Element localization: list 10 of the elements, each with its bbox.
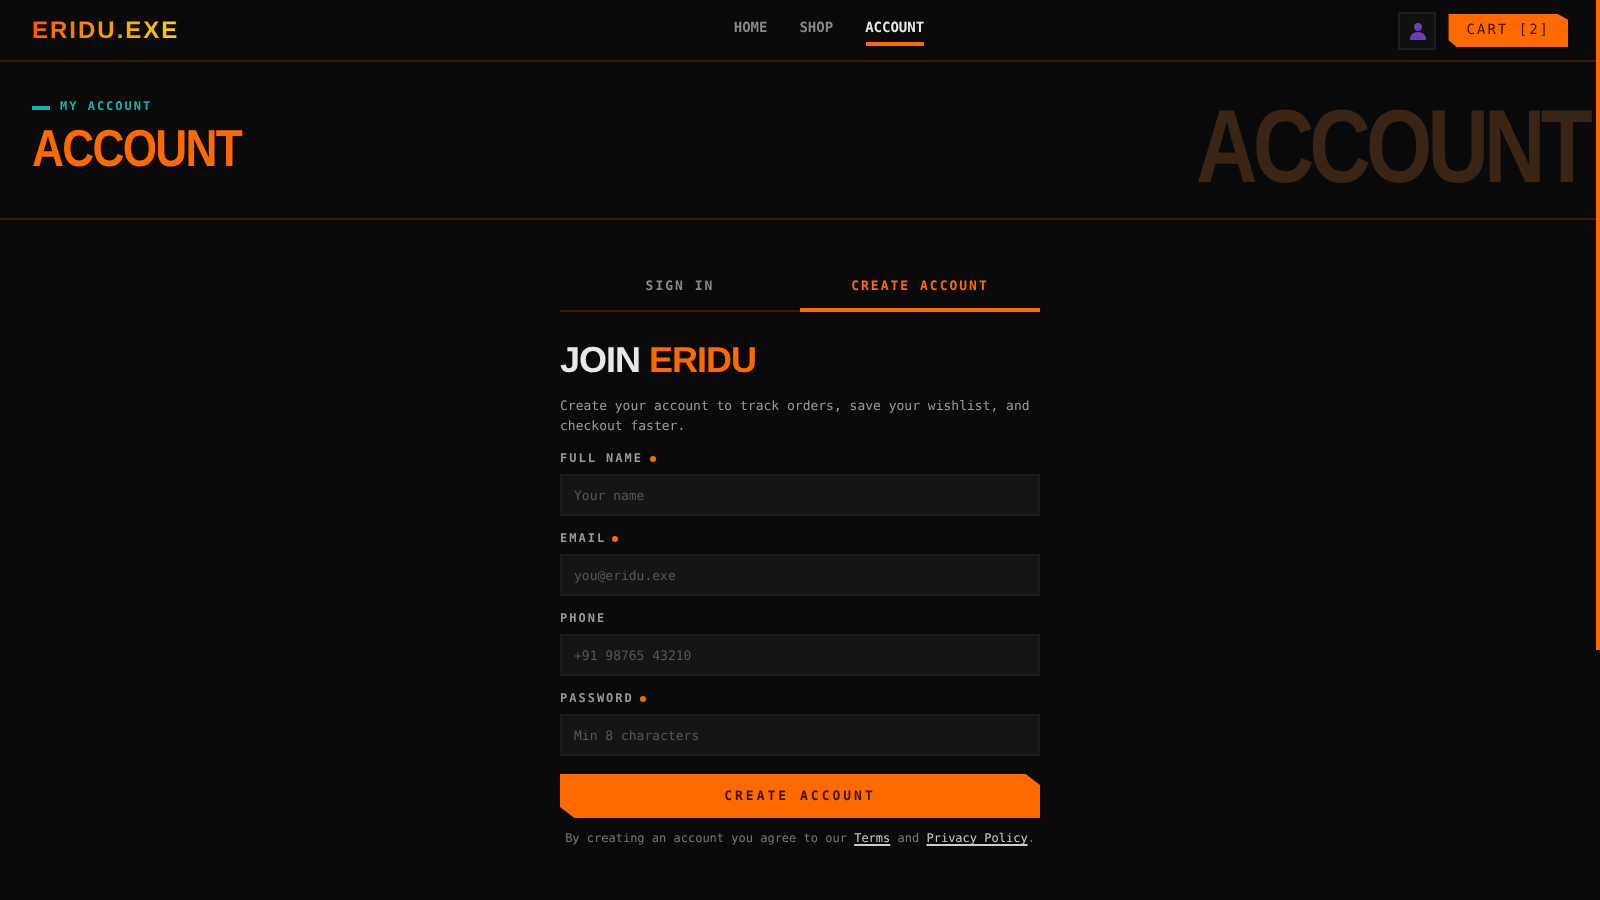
- required-mark: [639, 696, 646, 702]
- user-icon: [1409, 21, 1426, 39]
- required-mark: [649, 456, 656, 462]
- required-mark: [612, 536, 619, 542]
- user-button[interactable]: [1398, 11, 1437, 49]
- dash-mark: [32, 105, 50, 109]
- page-title: ACCOUNT: [32, 118, 242, 180]
- logo[interactable]: ERIDU.EXE: [32, 16, 180, 44]
- form-heading: JOIN ERIDU: [560, 340, 759, 382]
- scrollbar[interactable]: [1596, 0, 1600, 650]
